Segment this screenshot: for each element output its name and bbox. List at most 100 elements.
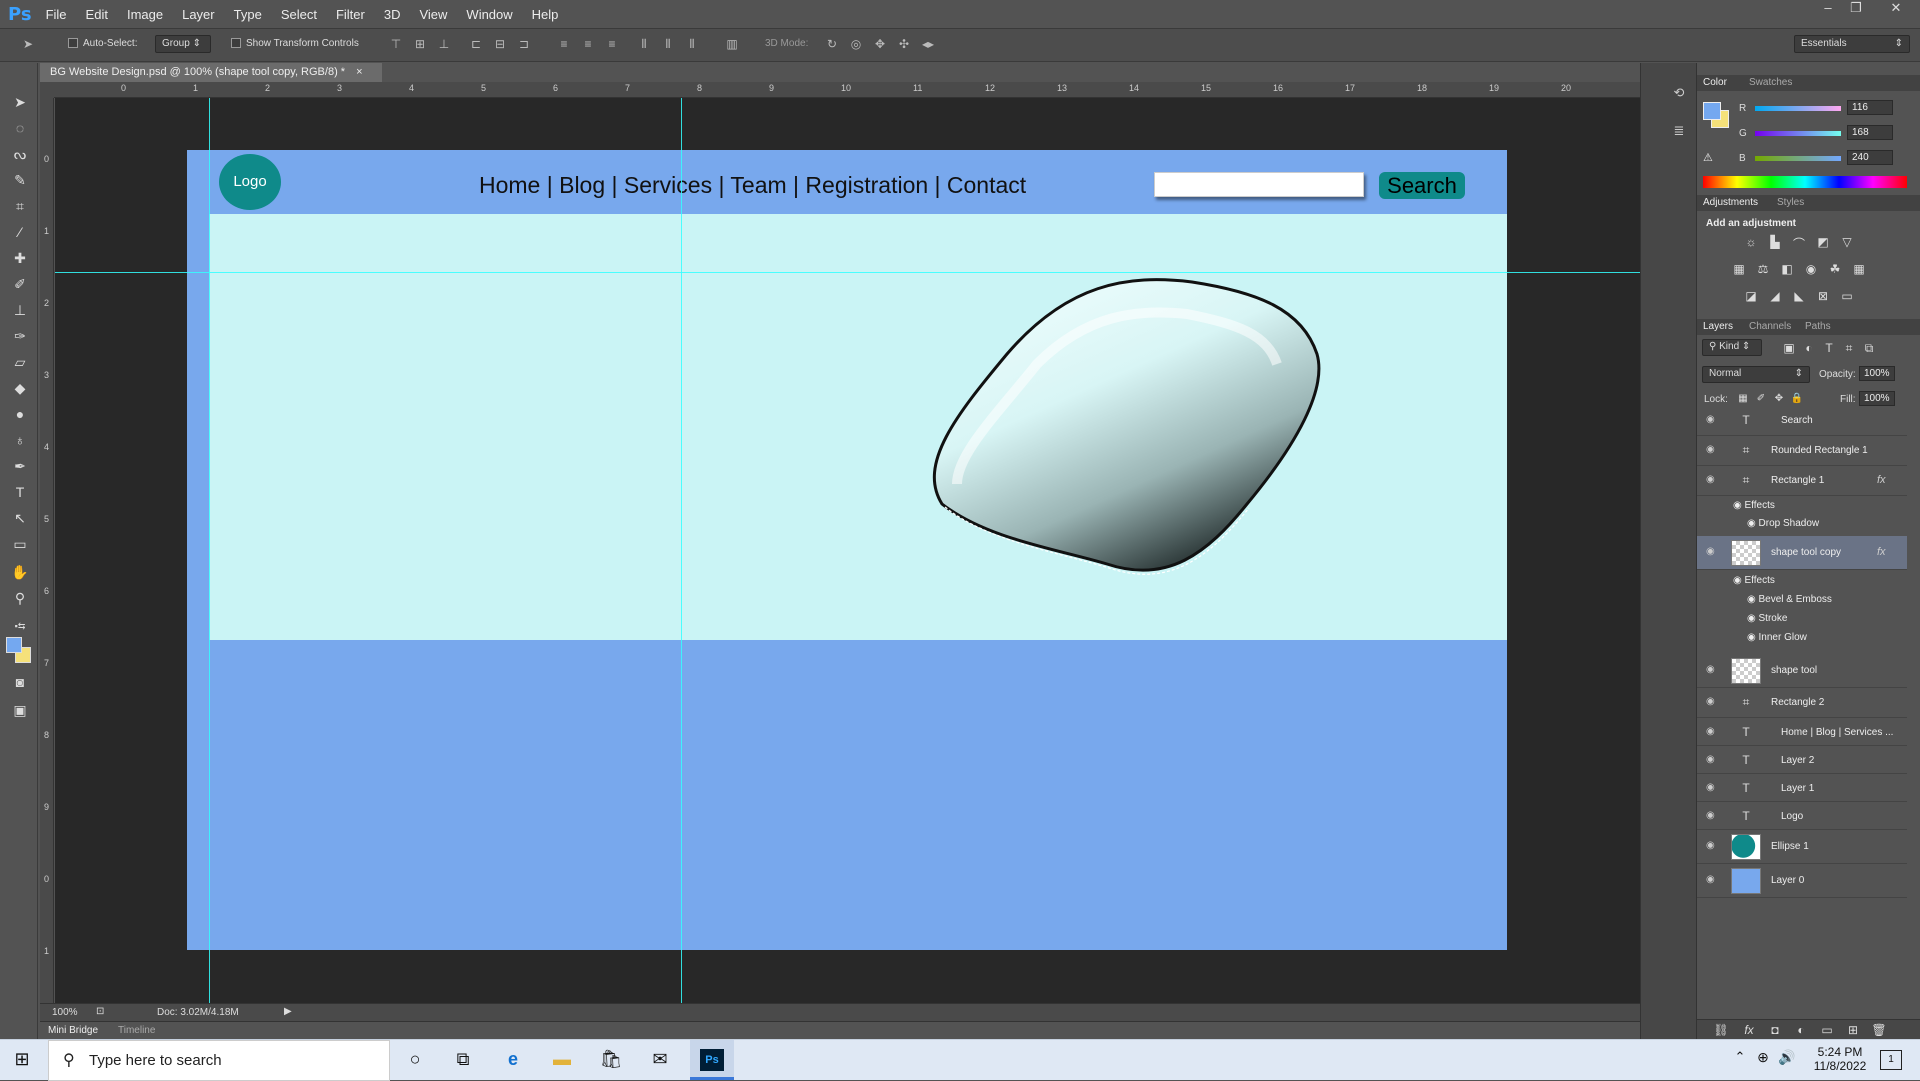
3d-slide-icon[interactable]: ✣	[896, 37, 912, 53]
tab-channels[interactable]: Channels	[1749, 321, 1791, 332]
layer-row[interactable]: ◉ T Logo	[1697, 802, 1907, 830]
store-icon[interactable]: 🛍	[599, 1049, 623, 1071]
status-share-icon[interactable]: ⊡	[96, 1006, 104, 1017]
eye-small-icon[interactable]: ◉	[1747, 518, 1756, 529]
levels-adjust-icon[interactable]: ▙	[1767, 235, 1783, 249]
tab-timeline[interactable]: Timeline	[118, 1025, 155, 1036]
file-explorer-icon[interactable]: ▬	[550, 1049, 574, 1071]
glossy-shape[interactable]	[897, 214, 1457, 594]
channel-mixer-adjust-icon[interactable]: ☘	[1827, 262, 1843, 276]
layer-row[interactable]: ◉ ⌗ Rectangle 1 fx	[1697, 466, 1907, 496]
exposure-adjust-icon[interactable]: ◩	[1815, 235, 1831, 249]
photo-filter-adjust-icon[interactable]: ◉	[1803, 262, 1819, 276]
eye-small-icon[interactable]: ◉	[1733, 575, 1742, 586]
cortana-icon[interactable]: ○	[403, 1049, 427, 1071]
menu-select[interactable]: Select	[281, 7, 317, 22]
vibrance-adjust-icon[interactable]: ▽	[1839, 235, 1855, 249]
threshold-adjust-icon[interactable]: ◣	[1791, 289, 1807, 303]
distribute-hcenter-icon[interactable]: ⫴	[660, 37, 676, 53]
canvas-workspace[interactable]: Logo Home | Blog | Services | Team | Reg…	[55, 98, 1640, 1003]
add-style-icon[interactable]: fx	[1741, 1023, 1757, 1037]
auto-select-dropdown[interactable]: Group ⇕	[155, 35, 211, 53]
windows-start-icon[interactable]: ⊞	[10, 1049, 34, 1071]
taskbar-search-box[interactable]: ⚲ Type here to search	[48, 1040, 390, 1081]
3d-scale-icon[interactable]: ◂▸	[920, 37, 936, 53]
gradient-map-adjust-icon[interactable]: ▭	[1839, 289, 1855, 303]
eraser-tool-icon[interactable]: ▱	[9, 351, 31, 373]
align-left-icon[interactable]: ⊏	[468, 37, 484, 53]
eye-icon[interactable]: ◉	[1706, 726, 1715, 737]
dodge-tool-icon[interactable]: ♁	[9, 429, 31, 451]
effects-row[interactable]: ◉ Effects	[1733, 500, 1775, 518]
default-colors-icon[interactable]: ▪⇆	[9, 615, 31, 637]
healing-brush-tool-icon[interactable]: ✚	[9, 247, 31, 269]
edge-browser-icon[interactable]: e	[501, 1049, 525, 1071]
hand-tool-icon[interactable]: ✋	[9, 561, 31, 583]
color-foreground-swatch[interactable]	[1703, 102, 1721, 120]
eye-icon[interactable]: ◉	[1706, 444, 1715, 455]
distribute-top-icon[interactable]: ≡	[556, 37, 572, 53]
align-vcenter-icon[interactable]: ⊞	[412, 37, 428, 53]
eye-icon[interactable]: ◉	[1706, 414, 1715, 425]
distribute-vcenter-icon[interactable]: ≡	[580, 37, 596, 53]
eye-icon[interactable]: ◉	[1706, 840, 1715, 851]
posterize-adjust-icon[interactable]: ◢	[1767, 289, 1783, 303]
menu-image[interactable]: Image	[127, 7, 163, 22]
eye-icon[interactable]: ◉	[1706, 664, 1715, 675]
brush-tool-icon[interactable]: ✐	[9, 273, 31, 295]
tab-adjustments[interactable]: Adjustments	[1703, 197, 1758, 208]
design-nav-text[interactable]: Home | Blog | Services | Team | Registra…	[479, 172, 1026, 199]
lasso-tool-icon[interactable]: ᔓ	[9, 143, 31, 165]
restore-icon[interactable]: ❐	[1843, 0, 1869, 18]
vertical-guide-center[interactable]	[681, 98, 682, 1003]
link-layers-icon[interactable]: ⛓	[1713, 1023, 1729, 1037]
tab-mini-bridge[interactable]: Mini Bridge	[48, 1025, 98, 1036]
network-icon[interactable]: ⊕	[1751, 1049, 1775, 1071]
eye-small-icon[interactable]: ◉	[1747, 613, 1756, 624]
menu-file[interactable]: File	[46, 7, 67, 22]
delete-layer-icon[interactable]: 🗑	[1871, 1023, 1887, 1037]
menu-3d[interactable]: 3D	[384, 7, 401, 22]
eye-icon[interactable]: ◉	[1706, 474, 1715, 485]
auto-align-icon[interactable]: ▥	[724, 37, 740, 53]
workspace-dropdown[interactable]: Essentials ⇕	[1794, 35, 1910, 53]
invert-adjust-icon[interactable]: ◪	[1743, 289, 1759, 303]
r-value[interactable]: 116	[1847, 100, 1893, 115]
layer-row-selected[interactable]: ◉ shape tool copy fx	[1697, 536, 1907, 570]
tab-paths[interactable]: Paths	[1805, 321, 1831, 332]
paint-bucket-tool-icon[interactable]: ◆	[9, 377, 31, 399]
notification-center-icon[interactable]: 1	[1880, 1050, 1902, 1070]
layer-row[interactable]: ◉ T Layer 1	[1697, 774, 1907, 802]
distribute-right-icon[interactable]: ⫴	[684, 37, 700, 53]
r-slider[interactable]	[1755, 106, 1841, 111]
color-lookup-adjust-icon[interactable]: ▦	[1851, 262, 1867, 276]
selective-color-adjust-icon[interactable]: ⊠	[1815, 289, 1831, 303]
effect-bevel-emboss[interactable]: ◉ Bevel & Emboss	[1747, 594, 1832, 612]
layer-row[interactable]: ◉ T Home | Blog | Services ...	[1697, 718, 1907, 746]
color-balance-adjust-icon[interactable]: ⚖	[1755, 262, 1771, 276]
3d-roll-icon[interactable]: ◎	[848, 37, 864, 53]
tab-layers[interactable]: Layers	[1703, 321, 1733, 332]
new-adjustment-icon[interactable]: ◐	[1793, 1023, 1809, 1037]
layer-row[interactable]: ◉ ⌗ Rounded Rectangle 1	[1697, 436, 1907, 466]
color-spectrum-ramp[interactable]	[1703, 176, 1907, 188]
g-slider[interactable]	[1755, 131, 1841, 136]
new-group-icon[interactable]: ▭	[1819, 1023, 1835, 1037]
marquee-tool-icon[interactable]: ◌	[9, 117, 31, 139]
history-panel-icon[interactable]: ⟲	[1667, 85, 1691, 107]
layer-row[interactable]: ◉ shape tool	[1697, 654, 1907, 688]
mail-icon[interactable]: ✉	[648, 1049, 672, 1071]
eye-icon[interactable]: ◉	[1706, 874, 1715, 885]
3d-rotate-icon[interactable]: ↻	[824, 37, 840, 53]
properties-panel-icon[interactable]: ≣	[1667, 123, 1691, 145]
eyedropper-tool-icon[interactable]: ⁄	[9, 221, 31, 243]
menu-window[interactable]: Window	[466, 7, 512, 22]
zoom-tool-icon[interactable]: ⚲	[9, 587, 31, 609]
g-value[interactable]: 168	[1847, 125, 1893, 140]
tab-color[interactable]: Color	[1703, 77, 1727, 88]
effects-row[interactable]: ◉ Effects	[1733, 575, 1775, 593]
design-search-button[interactable]: Search	[1379, 172, 1465, 199]
tray-chevron-icon[interactable]: ⌃	[1728, 1049, 1752, 1071]
ruler-origin[interactable]	[40, 82, 54, 98]
design-canvas[interactable]: Logo Home | Blog | Services | Team | Reg…	[187, 150, 1507, 950]
